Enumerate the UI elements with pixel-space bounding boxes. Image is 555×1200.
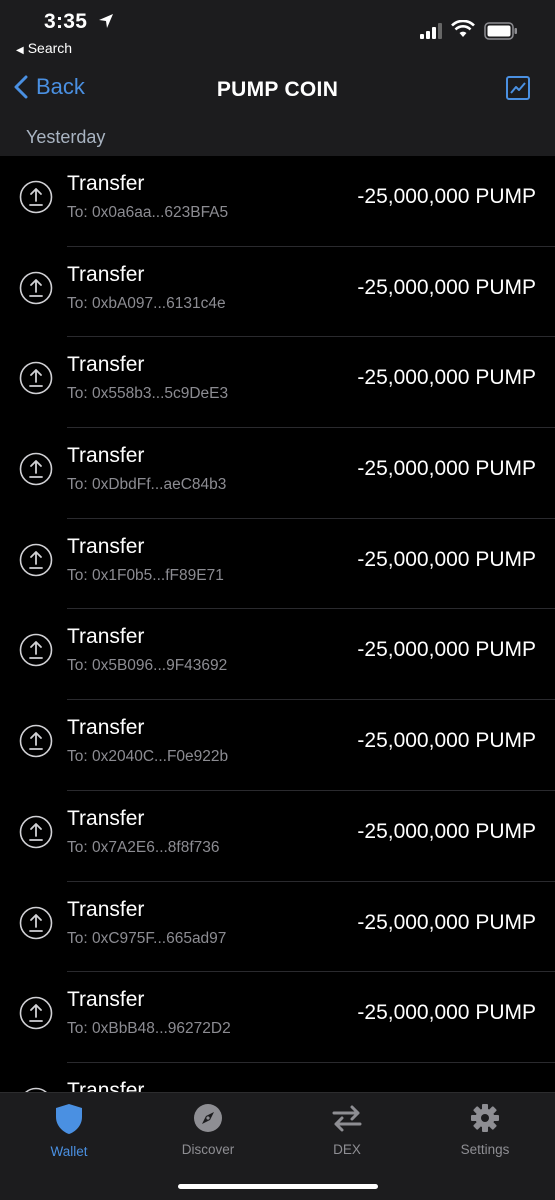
tab-dex-label: DEX	[333, 1142, 361, 1157]
transaction-row[interactable]: Transfer To: 0xbA097...6131c4e -25,000,000…	[0, 247, 555, 338]
upload-icon-wrap	[19, 452, 53, 491]
transaction-title: Transfer	[67, 262, 145, 286]
upload-icon-wrap	[19, 361, 53, 400]
upload-icon-wrap	[19, 543, 53, 582]
tab-settings-label: Settings	[460, 1142, 510, 1157]
transaction-title: Transfer	[67, 1078, 145, 1092]
wifi-icon	[451, 20, 475, 37]
tab-settings[interactable]: Settings	[430, 1103, 540, 1157]
compass-icon	[194, 1104, 222, 1132]
back-app-label: Search	[27, 40, 73, 56]
tab-discover[interactable]: Discover	[153, 1103, 263, 1157]
location-arrow-icon	[99, 14, 113, 28]
gear-icon	[471, 1104, 499, 1132]
transaction-amount: -25,000,000 PUMP	[357, 819, 536, 843]
transaction-row[interactable]: Transfer To: 0xBbB48...96272D2 -25,000,000…	[0, 972, 555, 1063]
transaction-title: Transfer	[67, 172, 145, 195]
transaction-amount: -25,000,000 PUMP	[357, 729, 536, 753]
home-indicator[interactable]	[178, 1184, 378, 1189]
transaction-title: Transfer	[67, 806, 145, 830]
transaction-row[interactable]: Transfer To: 0x0a6aa...623BFA5 -25,000,000…	[0, 156, 555, 247]
transaction-amount: -25,000,000 PUMP	[357, 638, 536, 662]
upload-icon	[19, 362, 53, 395]
transaction-row[interactable]: Transfer To: 0x5B096...9F43692 -25,000,000…	[0, 609, 555, 701]
transaction-row[interactable]: Transfer To: 0xC975F...665ad97 -25,000,000…	[0, 882, 555, 973]
page-title: PUMP COIN	[216, 78, 339, 101]
upload-icon-wrap	[19, 906, 53, 945]
upload-icon	[19, 452, 53, 486]
transaction-amount: -25,000,000 PUMP	[357, 1001, 536, 1025]
tab-discover-label: Discover	[181, 1142, 235, 1157]
transaction-address: To: 0xBbB48...96272D2	[67, 1020, 231, 1038]
section-header-label: Yesterday	[26, 127, 106, 147]
back-triangle-icon: ◀	[16, 45, 24, 56]
transaction-title: Transfer	[67, 353, 145, 377]
upload-icon-wrap	[19, 180, 53, 219]
upload-icon	[19, 724, 53, 758]
swap-arrows-icon	[332, 1105, 362, 1132]
battery-icon	[484, 22, 517, 40]
upload-icon-wrap	[19, 633, 53, 672]
transaction-row[interactable]: Transfer To: 0x2040C...F0e922b -25,000,000…	[0, 700, 555, 791]
upload-icon	[19, 906, 53, 939]
transaction-address: To: 0xC975F...665ad97	[67, 929, 227, 947]
tab-dex[interactable]: DEX	[292, 1103, 402, 1157]
transaction-row[interactable]: Transfer To: 0x1F0b5...fF89E71 -25,000,000…	[0, 519, 555, 610]
upload-icon	[19, 996, 53, 1030]
navigation-bar: Back PUMP COIN	[0, 62, 555, 118]
tab-wallet[interactable]: Wallet	[14, 1103, 124, 1159]
upload-icon	[19, 271, 53, 304]
section-header: Yesterday	[0, 118, 555, 156]
transaction-address: To: 0xbA097...6131c4e	[67, 294, 226, 312]
transaction-row[interactable]: Transfer To: 0x558b3...5c9DeE3 -25,000,000…	[0, 337, 555, 429]
transaction-address: To: 0xDbdFf...aeC84b3	[67, 476, 227, 494]
transaction-address: To: 0x558b3...5c9DeE3	[67, 385, 229, 403]
status-time: 3:35	[44, 10, 88, 33]
transaction-address: To: 0x5B096...9F43692	[67, 657, 228, 675]
transaction-amount: -25,000,000 PUMP	[357, 185, 536, 208]
transaction-title: Transfer	[67, 625, 145, 649]
shield-icon	[56, 1104, 82, 1134]
transaction-address: To: 0x7A2E6...8f8f736	[67, 838, 220, 856]
transaction-amount: -25,000,000 PUMP	[357, 457, 536, 481]
upload-icon	[19, 180, 53, 214]
upload-icon	[19, 543, 53, 577]
upload-icon	[19, 634, 53, 667]
transaction-list[interactable]: Transfer To: 0x0a6aa...623BFA5 -25,000,000…	[0, 156, 555, 1092]
tab-wallet-label: Wallet	[50, 1144, 88, 1159]
transaction-title: Transfer	[67, 716, 145, 740]
upload-icon-wrap	[19, 724, 53, 763]
transaction-row[interactable]: Transfer To: 0x7A2E6...8f8f736 -25,000,000…	[0, 791, 555, 882]
transaction-amount: -25,000,000 PUMP	[357, 547, 536, 571]
upload-icon-wrap	[19, 271, 53, 310]
transaction-title: Transfer	[67, 897, 145, 921]
transaction-address: To: 0x2040C...F0e922b	[67, 748, 229, 766]
transaction-row[interactable]: Transfer To: 0xDbdFf...aeC84b3 -25,000,000…	[0, 428, 555, 519]
transaction-row[interactable]: Transfer	[0, 1063, 555, 1092]
chart-icon[interactable]	[506, 76, 530, 100]
transaction-title: Transfer	[67, 444, 145, 468]
transaction-address: To: 0x1F0b5...fF89E71	[67, 566, 224, 584]
transaction-amount: -25,000,000 PUMP	[357, 910, 536, 934]
transaction-address: To: 0x0a6aa...623BFA5	[67, 204, 229, 221]
upload-icon-wrap	[19, 996, 53, 1035]
signal-icon	[420, 23, 442, 39]
transaction-amount: -25,000,000 PUMP	[357, 275, 536, 299]
back-to-search-link[interactable]: ◀ Search	[16, 40, 72, 56]
transaction-amount: -25,000,000 PUMP	[357, 366, 536, 390]
upload-icon-wrap	[19, 815, 53, 854]
transaction-title: Transfer	[67, 988, 145, 1012]
transaction-title: Transfer	[67, 534, 145, 558]
status-bar: 3:35 ◀ Search	[0, 0, 555, 62]
upload-icon	[19, 815, 53, 849]
